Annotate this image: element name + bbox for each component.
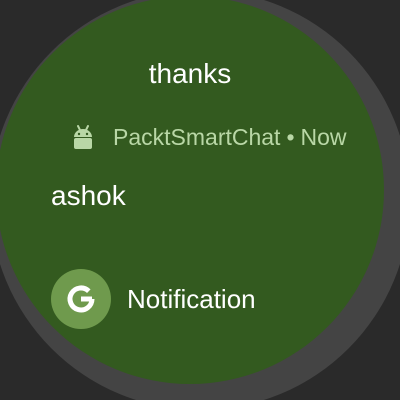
watch-bezel: thanks PacktSmartChat • Now ashok Notifi… bbox=[0, 0, 400, 400]
app-header: PacktSmartChat • Now bbox=[69, 121, 347, 153]
sender-name: ashok bbox=[51, 180, 126, 211]
notification-action[interactable]: Notification bbox=[51, 269, 256, 329]
google-g-glyph bbox=[67, 285, 95, 313]
watch-screen: thanks PacktSmartChat • Now ashok Notifi… bbox=[0, 0, 400, 400]
notification-title: thanks bbox=[148, 58, 232, 89]
action-label: Notification bbox=[127, 283, 256, 314]
separator: • bbox=[286, 123, 295, 150]
google-g-icon bbox=[51, 269, 111, 329]
timestamp: Now bbox=[300, 123, 347, 150]
app-name: PacktSmartChat bbox=[113, 123, 281, 150]
android-icon bbox=[74, 125, 92, 149]
notification-card[interactable]: thanks PacktSmartChat • Now ashok Notifi… bbox=[0, 0, 384, 384]
